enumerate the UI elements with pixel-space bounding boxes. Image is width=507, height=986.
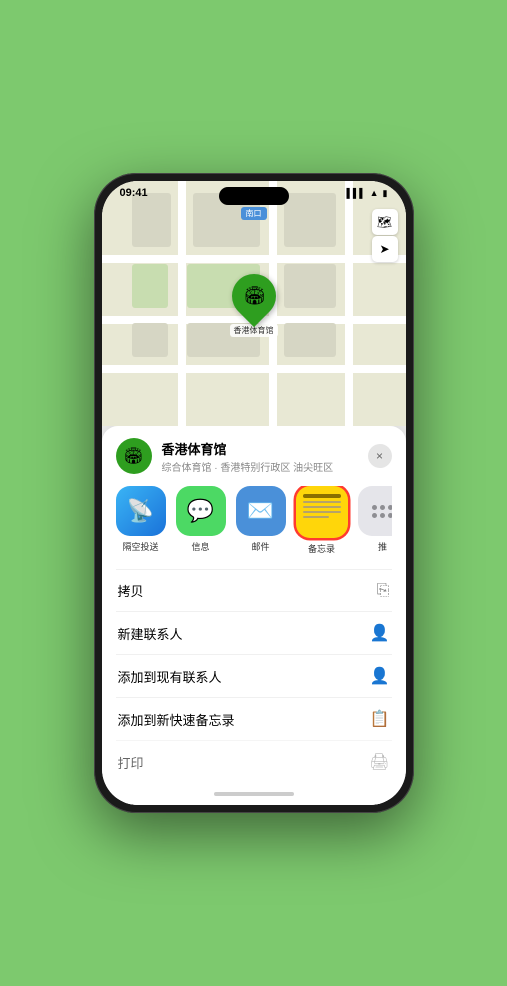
share-item-more[interactable]: 推 [358, 486, 392, 555]
notes-line-title [303, 494, 341, 498]
action-add-existing-icon: 👤 [370, 666, 390, 686]
home-bar [214, 792, 294, 796]
block-7 [132, 323, 168, 357]
share-item-message[interactable]: 💬 信息 [176, 486, 226, 555]
more-icon-box [358, 486, 392, 536]
road-h-1 [102, 255, 406, 263]
dot-4 [372, 513, 377, 518]
map-type-icon: 🗺 [377, 215, 392, 229]
action-print-icon: 🖨 [369, 752, 389, 772]
more-dots-bottom [372, 513, 392, 518]
location-icon-circle: 🏟 [116, 438, 152, 474]
map-label-text: 南口 [246, 209, 262, 218]
phone-screen: 09:41 ▌▌▌ ▲ ▮ [102, 181, 406, 805]
message-icon-box: 💬 [176, 486, 226, 536]
mail-icon: ✉️ [247, 498, 274, 524]
notes-icon-box [296, 486, 348, 538]
block-1 [132, 193, 172, 247]
phone-frame: 09:41 ▌▌▌ ▲ ▮ [94, 173, 414, 813]
close-button[interactable]: × [368, 444, 392, 468]
dot-1 [372, 505, 377, 510]
map-controls: 🗺 ➤ [372, 209, 398, 262]
share-item-airdrop[interactable]: 📡 隔空投送 [116, 486, 166, 555]
battery-icon: ▮ [383, 188, 388, 199]
action-copy-label: 拷贝 [118, 581, 144, 600]
marker-pin-icon: 🏟 [242, 286, 265, 307]
road-v-1 [178, 181, 186, 426]
message-label: 信息 [191, 540, 209, 553]
road-h-3 [102, 365, 406, 373]
action-new-contact-icon: 👤 [370, 623, 390, 643]
signal-icon: ▌▌▌ [346, 188, 365, 198]
action-print[interactable]: 打印 🖨 [116, 740, 392, 783]
close-icon: × [376, 449, 383, 463]
action-add-existing[interactable]: 添加到现有联系人 👤 [116, 654, 392, 697]
action-add-notes-icon: 📋 [370, 709, 390, 729]
map-label: 南口 [241, 207, 267, 220]
airdrop-label: 隔空投送 [122, 540, 158, 553]
road-v-3 [345, 181, 353, 426]
marker-pin: 🏟 [222, 265, 284, 327]
notes-line-3 [303, 511, 341, 514]
action-print-label: 打印 [118, 753, 144, 772]
more-label: 推 [378, 540, 387, 553]
dot-5 [380, 513, 385, 518]
share-item-mail[interactable]: ✉️ 邮件 [236, 486, 286, 555]
home-indicator [116, 783, 392, 805]
location-icon-emoji: 🏟 [123, 446, 143, 466]
block-6 [284, 264, 336, 308]
notes-line-2 [303, 506, 341, 509]
block-3 [284, 193, 336, 247]
dot-6 [388, 513, 392, 518]
wifi-icon: ▲ [370, 188, 379, 198]
location-info: 香港体育馆 综合体育馆 · 香港特别行政区 油尖旺区 [162, 439, 358, 474]
action-new-contact[interactable]: 新建联系人 👤 [116, 611, 392, 654]
airdrop-icon-box: 📡 [116, 486, 166, 536]
airdrop-icon: 📡 [127, 498, 154, 524]
action-copy-icon: ⎘ [377, 582, 390, 600]
share-item-notes[interactable]: 备忘录 [296, 486, 348, 555]
location-icon: ➤ [379, 242, 389, 256]
action-add-existing-label: 添加到现有联系人 [118, 667, 222, 686]
more-dots-top [372, 505, 392, 510]
notes-label: 备忘录 [308, 542, 335, 555]
action-add-notes-label: 添加到新快速备忘录 [118, 710, 235, 729]
block-4 [132, 264, 168, 308]
action-copy[interactable]: 拷贝 ⎘ [116, 569, 392, 611]
mail-label: 邮件 [251, 540, 269, 553]
location-button[interactable]: ➤ [372, 236, 398, 262]
map-type-button[interactable]: 🗺 [372, 209, 398, 235]
map-area[interactable]: 南口 🗺 ➤ 🏟 香港体育馆 [102, 181, 406, 426]
share-row: 📡 隔空投送 💬 信息 ✉️ 邮件 [116, 486, 392, 555]
bottom-sheet: 🏟 香港体育馆 综合体育馆 · 香港特别行政区 油尖旺区 × 📡 隔空投送 [102, 426, 406, 805]
action-add-notes[interactable]: 添加到新快速备忘录 📋 [116, 697, 392, 740]
dot-2 [380, 505, 385, 510]
status-icons: ▌▌▌ ▲ ▮ [346, 188, 387, 199]
location-header: 🏟 香港体育馆 综合体育馆 · 香港特别行政区 油尖旺区 × [116, 438, 392, 474]
notes-line-4 [303, 516, 330, 519]
stadium-marker[interactable]: 🏟 香港体育馆 [230, 274, 278, 337]
dot-3 [388, 505, 392, 510]
mail-icon-box: ✉️ [236, 486, 286, 536]
status-time: 09:41 [120, 187, 148, 199]
message-icon: 💬 [187, 498, 214, 524]
location-desc: 综合体育馆 · 香港特别行政区 油尖旺区 [162, 459, 358, 474]
dynamic-island [219, 187, 289, 205]
notes-line-1 [303, 501, 341, 504]
action-new-contact-label: 新建联系人 [118, 624, 183, 643]
block-9 [284, 323, 336, 357]
location-name: 香港体育馆 [162, 439, 358, 458]
